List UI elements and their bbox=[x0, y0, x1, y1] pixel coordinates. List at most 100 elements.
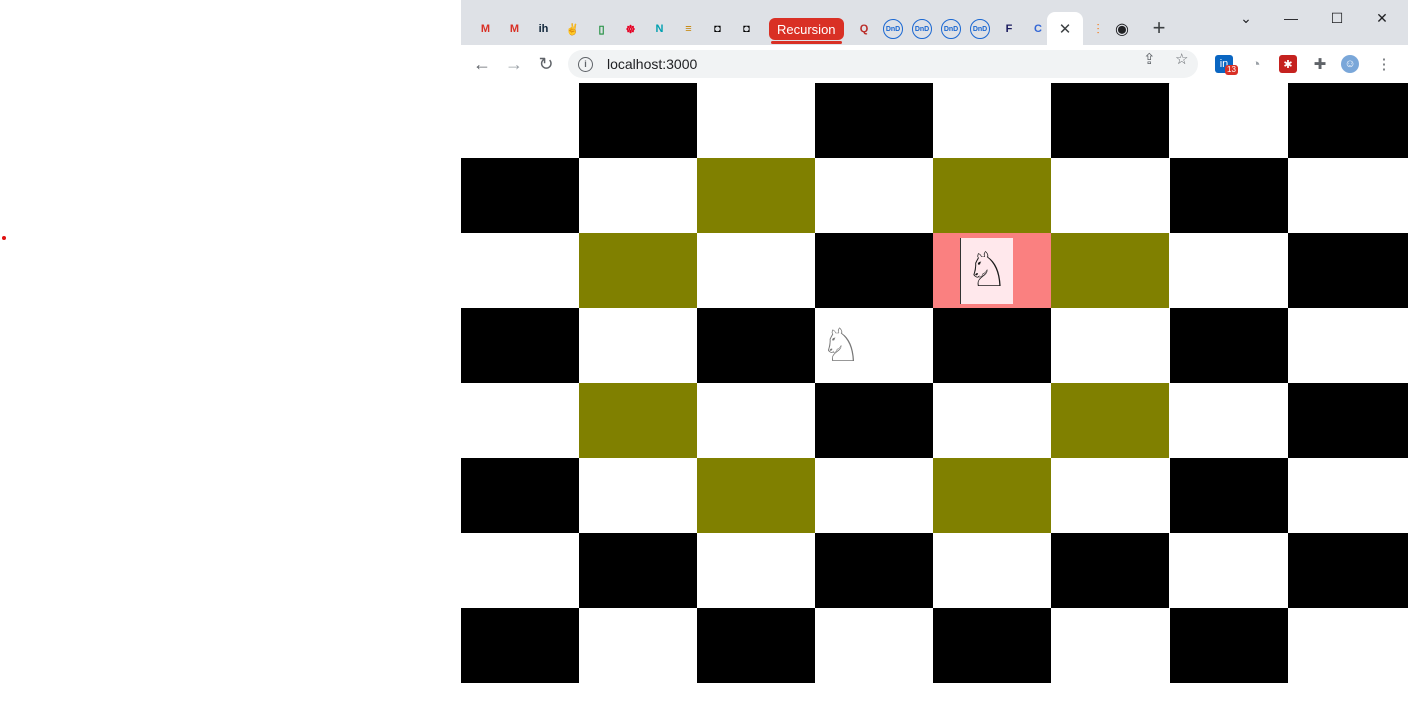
board-square[interactable]: ♘ bbox=[933, 233, 1051, 308]
board-square[interactable]: ♘ bbox=[815, 308, 933, 383]
board-square[interactable] bbox=[697, 383, 815, 458]
tab-group-label[interactable]: Recursion bbox=[769, 18, 844, 44]
board-square[interactable] bbox=[815, 458, 933, 533]
board-square[interactable] bbox=[1170, 458, 1288, 533]
board-square[interactable] bbox=[933, 458, 1051, 533]
board-square[interactable] bbox=[1170, 83, 1288, 158]
board-square[interactable] bbox=[815, 158, 933, 233]
gitbook-icon[interactable]: ◘ bbox=[708, 19, 728, 39]
phone-icon[interactable]: ▯ bbox=[592, 19, 612, 39]
board-square[interactable] bbox=[697, 158, 815, 233]
board-square[interactable] bbox=[1051, 608, 1169, 683]
close-window-icon[interactable]: ✕ bbox=[1367, 8, 1397, 28]
peace-hand-icon[interactable]: ✌ bbox=[563, 19, 583, 39]
knight-piece[interactable]: ♘ bbox=[960, 238, 1013, 304]
board-square[interactable] bbox=[579, 158, 697, 233]
maximize-icon[interactable]: ☐ bbox=[1322, 8, 1352, 28]
board-square[interactable] bbox=[815, 83, 933, 158]
board-square[interactable] bbox=[933, 383, 1051, 458]
extension-red-icon[interactable]: ✱ bbox=[1279, 55, 1297, 73]
board-square[interactable] bbox=[579, 608, 697, 683]
share-icon[interactable]: ⇪ bbox=[1143, 50, 1156, 68]
board-square[interactable] bbox=[579, 83, 697, 158]
gmail-icon[interactable]: M bbox=[505, 19, 525, 39]
board-square[interactable] bbox=[697, 533, 815, 608]
url-text[interactable]: localhost:3000 bbox=[607, 56, 697, 72]
dnd-icon[interactable]: DnD bbox=[941, 19, 962, 39]
board-square[interactable] bbox=[1288, 308, 1408, 383]
lines-icon[interactable]: ≡ bbox=[679, 19, 699, 39]
indiehackers-icon[interactable]: ih bbox=[534, 19, 554, 39]
board-square[interactable] bbox=[461, 158, 579, 233]
board-square[interactable] bbox=[1288, 383, 1408, 458]
board-square[interactable] bbox=[579, 233, 697, 308]
board-square[interactable] bbox=[697, 308, 815, 383]
board-square[interactable] bbox=[815, 608, 933, 683]
extensions-puzzle-icon[interactable]: ✚ bbox=[1311, 55, 1329, 73]
board-square[interactable] bbox=[697, 458, 815, 533]
board-square[interactable] bbox=[815, 533, 933, 608]
n-icon[interactable]: N bbox=[650, 19, 670, 39]
board-square[interactable] bbox=[933, 608, 1051, 683]
board-square[interactable] bbox=[1051, 458, 1169, 533]
dnd-icon[interactable]: DnD bbox=[883, 19, 904, 39]
board-square[interactable] bbox=[579, 308, 697, 383]
board-square[interactable] bbox=[815, 233, 933, 308]
board-square[interactable] bbox=[1170, 158, 1288, 233]
board-square[interactable] bbox=[1288, 233, 1408, 308]
board-square[interactable] bbox=[579, 533, 697, 608]
dnd-icon[interactable]: DnD bbox=[970, 19, 991, 39]
reload-icon[interactable]: ↻ bbox=[534, 53, 558, 75]
quora-icon[interactable]: Q bbox=[854, 19, 874, 39]
board-square[interactable] bbox=[1288, 158, 1408, 233]
close-tab-icon[interactable]: ✕ bbox=[1059, 20, 1072, 38]
board-square[interactable] bbox=[1051, 533, 1169, 608]
bookmark-star-icon[interactable]: ☆ bbox=[1175, 50, 1188, 68]
board-square[interactable] bbox=[1170, 233, 1288, 308]
board-square[interactable] bbox=[1051, 158, 1169, 233]
board-square[interactable] bbox=[697, 233, 815, 308]
timer-icon[interactable]: ◔ bbox=[1247, 55, 1265, 73]
board-square[interactable] bbox=[933, 533, 1051, 608]
board-square[interactable] bbox=[461, 458, 579, 533]
board-square[interactable] bbox=[579, 458, 697, 533]
board-square[interactable] bbox=[579, 383, 697, 458]
board-square[interactable] bbox=[461, 533, 579, 608]
board-square[interactable] bbox=[461, 308, 579, 383]
site-info-icon[interactable]: i bbox=[578, 56, 593, 72]
board-square[interactable] bbox=[461, 383, 579, 458]
forward-icon[interactable]: → bbox=[502, 53, 526, 75]
minimize-icon[interactable]: — bbox=[1276, 8, 1306, 28]
address-bar[interactable]: i localhost:3000 bbox=[568, 50, 1198, 78]
board-square[interactable] bbox=[1288, 608, 1408, 683]
board-square[interactable] bbox=[1288, 83, 1408, 158]
gitbook-icon[interactable]: ◘ bbox=[737, 19, 757, 39]
board-square[interactable] bbox=[1051, 233, 1169, 308]
back-icon[interactable]: ← bbox=[470, 53, 494, 75]
board-square[interactable] bbox=[1170, 533, 1288, 608]
profile-avatar[interactable]: ☺ bbox=[1341, 55, 1359, 73]
board-square[interactable] bbox=[1288, 458, 1408, 533]
board-square[interactable] bbox=[1170, 308, 1288, 383]
board-square[interactable] bbox=[461, 233, 579, 308]
tab-search-icon[interactable]: ⌄ bbox=[1231, 8, 1261, 28]
board-square[interactable] bbox=[1170, 608, 1288, 683]
board-square[interactable] bbox=[697, 83, 815, 158]
github-icon[interactable]: ◉ bbox=[1113, 20, 1131, 38]
menu-dots-icon[interactable]: ⋮ bbox=[1375, 55, 1393, 73]
board-square[interactable] bbox=[1170, 383, 1288, 458]
c-icon[interactable]: C bbox=[1028, 19, 1048, 39]
board-square[interactable] bbox=[1051, 308, 1169, 383]
linkedin-icon[interactable]: in 13 bbox=[1215, 55, 1238, 75]
board-square[interactable] bbox=[933, 83, 1051, 158]
stackoverflow-icon[interactable]: ⫶ bbox=[1089, 20, 1107, 38]
dnd-icon[interactable]: DnD bbox=[912, 19, 933, 39]
board-square[interactable] bbox=[1288, 533, 1408, 608]
board-square[interactable] bbox=[697, 608, 815, 683]
f-icon[interactable]: F bbox=[999, 19, 1019, 39]
board-square[interactable] bbox=[1051, 83, 1169, 158]
board-square[interactable] bbox=[461, 608, 579, 683]
active-tab[interactable]: ✕ bbox=[1047, 12, 1083, 45]
board-square[interactable] bbox=[933, 308, 1051, 383]
board-square[interactable] bbox=[461, 83, 579, 158]
